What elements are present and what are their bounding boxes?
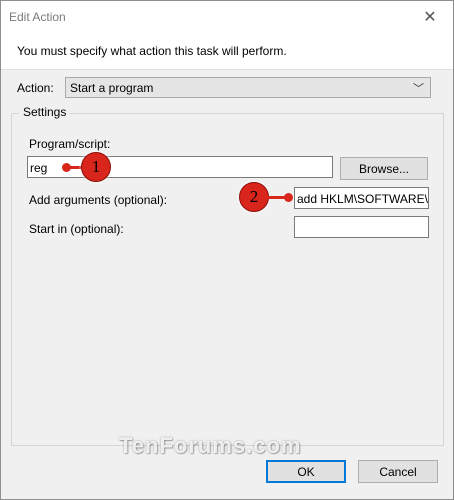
- browse-button[interactable]: Browse...: [340, 157, 428, 180]
- arguments-value: add HKLM\SOFTWARE\M: [297, 192, 429, 206]
- annotation-arrow-tip: [284, 193, 293, 202]
- annotation-marker-2: 2: [239, 182, 269, 212]
- arguments-label: Add arguments (optional):: [29, 193, 168, 207]
- instruction-text: You must specify what action this task w…: [17, 44, 287, 58]
- action-label: Action:: [17, 81, 54, 95]
- window-title: Edit Action: [9, 10, 66, 24]
- program-script-value: reg: [30, 161, 48, 175]
- arguments-input[interactable]: add HKLM\SOFTWARE\M: [294, 187, 429, 209]
- watermark: TenForums.com: [119, 433, 302, 458]
- chevron-down-icon: ﹀: [413, 83, 424, 95]
- close-icon[interactable]: ✕: [407, 1, 453, 32]
- program-script-label: Program/script:: [29, 137, 111, 151]
- action-dropdown-value: Start a program: [70, 81, 154, 95]
- cancel-button[interactable]: Cancel: [358, 460, 438, 483]
- title-bar: Edit Action ✕: [1, 1, 453, 32]
- start-in-label: Start in (optional):: [29, 222, 124, 236]
- annotation-marker-1: 1: [81, 152, 111, 182]
- settings-group-title: Settings: [19, 105, 71, 119]
- start-in-input[interactable]: [294, 216, 429, 238]
- action-dropdown[interactable]: Start a program ﹀: [65, 77, 431, 98]
- edit-action-dialog: Edit Action ✕ You must specify what acti…: [0, 0, 454, 500]
- ok-button[interactable]: OK: [266, 460, 346, 483]
